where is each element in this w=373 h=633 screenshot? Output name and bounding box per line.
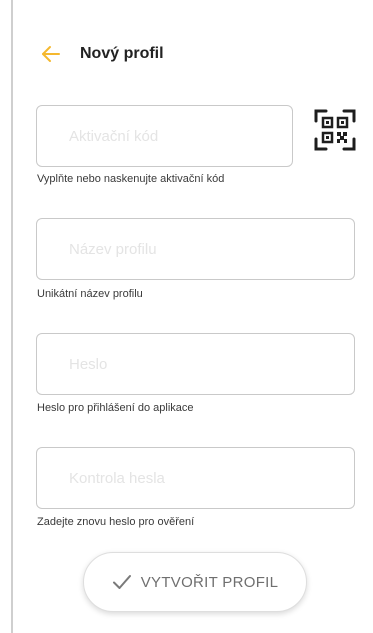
create-profile-label: VYTVOŘIT PROFIL: [140, 573, 279, 591]
password-confirm-field[interactable]: [36, 447, 355, 509]
page-title: Nový profil: [80, 45, 164, 62]
profile-name-helper: Unikátní název profilu: [37, 288, 143, 300]
screen-edge: [11, 0, 13, 633]
password-field[interactable]: [36, 333, 355, 395]
password-input[interactable]: [37, 334, 354, 394]
password-confirm-input[interactable]: [37, 448, 354, 508]
checkmark-icon: [112, 575, 131, 589]
activation-code-helper: Vyplňte nebo naskenujte aktivační kód: [37, 173, 225, 185]
profile-name-field[interactable]: [36, 218, 355, 280]
activation-code-input[interactable]: [37, 106, 292, 166]
qr-code-icon: [314, 109, 356, 151]
scan-qr-button[interactable]: [311, 106, 359, 154]
password-helper: Heslo pro přihlášení do aplikace: [37, 402, 194, 414]
arrow-left-icon[interactable]: [40, 43, 62, 65]
app-header: Nový profil: [40, 40, 164, 68]
create-profile-button[interactable]: VYTVOŘIT PROFIL: [83, 552, 307, 612]
profile-name-input[interactable]: [37, 219, 354, 279]
password-confirm-helper: Zadejte znovu heslo pro ověření: [37, 516, 195, 528]
activation-code-field[interactable]: [36, 105, 293, 167]
